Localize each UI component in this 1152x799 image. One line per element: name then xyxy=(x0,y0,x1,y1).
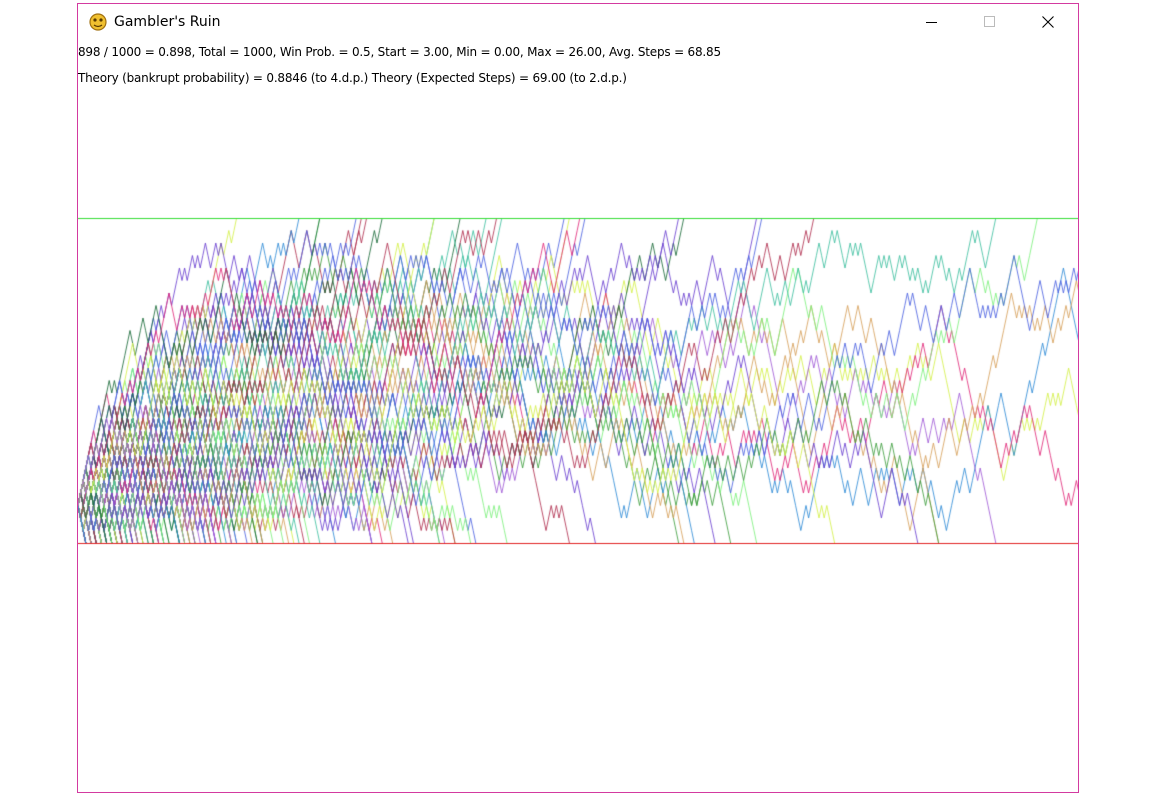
window-title: Gambler's Ruin xyxy=(114,14,221,30)
minimize-button[interactable] xyxy=(903,4,961,40)
maximize-icon xyxy=(984,16,995,27)
python-app-icon xyxy=(89,13,107,31)
minimize-icon xyxy=(926,22,937,23)
close-button[interactable] xyxy=(1019,4,1077,40)
close-icon xyxy=(1042,16,1054,28)
app-window: Gambler's Ruin 898 / 1000 = 0.898, Total… xyxy=(77,3,1079,793)
random-walk-canvas xyxy=(78,40,1078,792)
maximize-button[interactable] xyxy=(961,4,1019,40)
simulation-area: 898 / 1000 = 0.898, Total = 1000, Win Pr… xyxy=(78,40,1078,792)
title-bar[interactable]: Gambler's Ruin xyxy=(78,4,1078,40)
theory-stats: Theory (bankrupt probability) = 0.8846 (… xyxy=(78,71,627,85)
simulation-stats: 898 / 1000 = 0.898, Total = 1000, Win Pr… xyxy=(78,45,721,59)
